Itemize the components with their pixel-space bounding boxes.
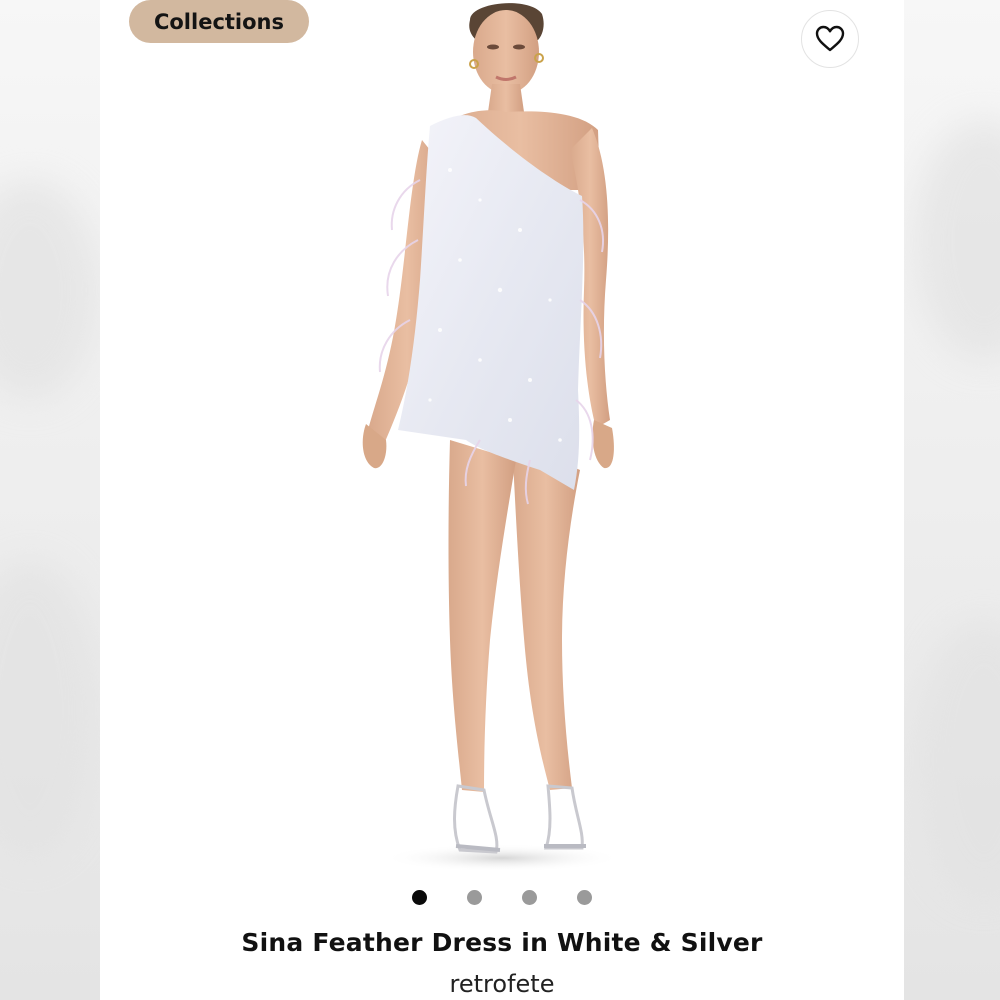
blurred-right-margin (904, 0, 1000, 1000)
gallery-pagination (100, 890, 904, 906)
gallery-dot-4[interactable] (577, 890, 592, 905)
heart-outline-icon (815, 25, 845, 52)
app-frame: Collections Sina Feather Dress in White … (0, 0, 1000, 1000)
gallery-dot-2[interactable] (467, 890, 482, 905)
product-card: Collections Sina Feather Dress in White … (100, 0, 904, 1000)
product-image[interactable] (280, 0, 700, 870)
gallery-dot-3[interactable] (522, 890, 537, 905)
favorite-button[interactable] (801, 10, 859, 68)
blurred-left-margin (0, 0, 100, 1000)
product-title: Sina Feather Dress in White & Silver (241, 928, 763, 957)
product-brand[interactable]: retrofete (100, 970, 904, 998)
gallery-dot-1[interactable] (412, 890, 427, 905)
